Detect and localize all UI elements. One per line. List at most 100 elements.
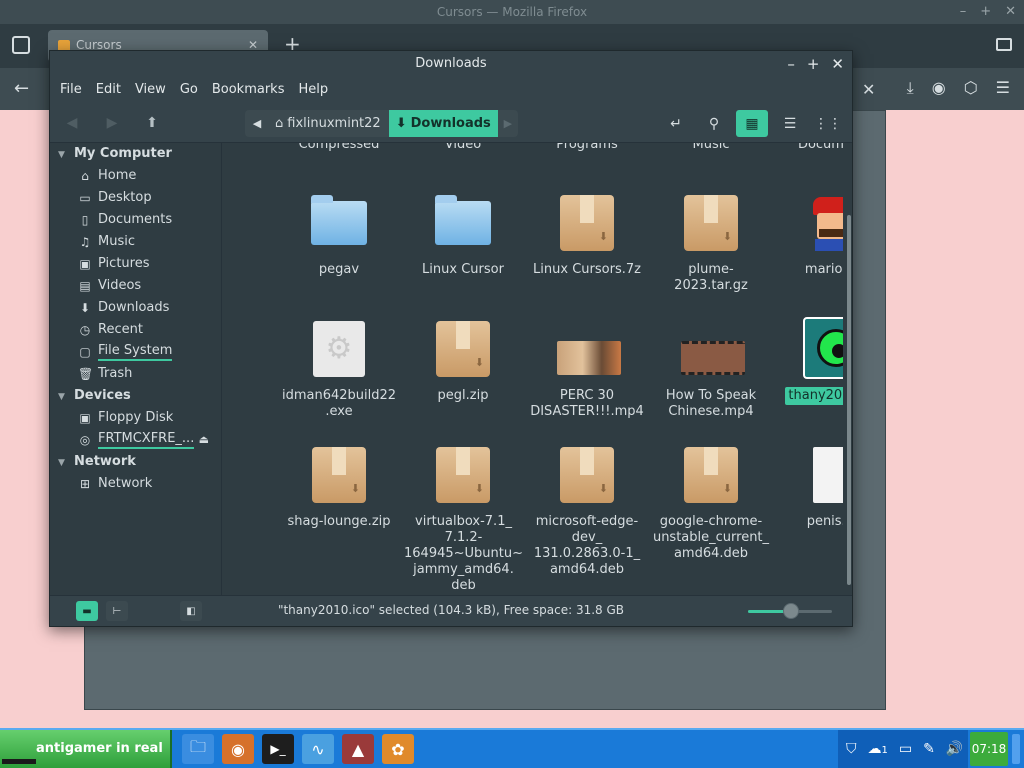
firefox-taskbar-icon[interactable]: ◉: [222, 734, 254, 764]
terminal-taskbar-icon[interactable]: ▶_: [262, 734, 294, 764]
sidebar-item-recent[interactable]: ◷ Recent: [50, 319, 221, 341]
file-name: microsoft-edge- dev_ 131.0.2863.0-1_ amd…: [533, 514, 641, 577]
back-icon[interactable]: ◀: [58, 110, 86, 136]
sidebar-item-label: Network: [98, 476, 153, 491]
breadcrumb-home[interactable]: ⌂ fixlinuxmint22: [269, 116, 389, 131]
file-grid-scrollbar[interactable]: [846, 143, 852, 595]
location-toggle-icon[interactable]: ↵: [660, 110, 692, 137]
file-name: shag-lounge.zip: [287, 514, 391, 529]
file-item[interactable]: plume-2023.tar.gz: [649, 193, 773, 295]
downloads-icon[interactable]: ⤓: [907, 78, 914, 98]
file-item[interactable]: shag-lounge.zip: [277, 445, 401, 531]
account-icon[interactable]: ◉: [932, 78, 946, 98]
file-item[interactable]: pegl.zip: [401, 319, 525, 405]
sidebar-item-videos[interactable]: ▤ Videos: [50, 275, 221, 297]
eject-icon[interactable]: ⏏: [199, 429, 209, 451]
extensions-icon[interactable]: ⬡: [964, 78, 978, 98]
sidebar-section-my-computer[interactable]: ▼ My Computer: [50, 143, 221, 165]
sidebar-item-downloads[interactable]: ⬇ Downloads: [50, 297, 221, 319]
app-taskbar-icon[interactable]: ▲: [342, 734, 374, 764]
archive-icon: [557, 193, 617, 253]
sidebar-item-pictures[interactable]: ▣ Pictures: [50, 253, 221, 275]
sidebar-item-floppy[interactable]: ▣ Floppy Disk: [50, 407, 221, 429]
sidebar-item-desktop[interactable]: ▭ Desktop: [50, 187, 221, 209]
menu-go[interactable]: Go: [180, 77, 198, 103]
file-item[interactable]: pegav: [277, 193, 401, 279]
network-icon[interactable]: ✎: [923, 741, 935, 757]
scrollbar-thumb[interactable]: [847, 215, 851, 585]
file-name: How To Speak Chinese.mp4: [665, 388, 757, 419]
home-icon: ⌂: [81, 169, 89, 183]
sidebar-item-filesystem[interactable]: ▢ File System: [50, 341, 221, 363]
compact-view-icon[interactable]: ⋮⋮: [812, 110, 844, 137]
video-thumbnail-icon: [681, 319, 745, 379]
list-all-tabs-icon[interactable]: [12, 36, 30, 54]
system-monitor-taskbar-icon[interactable]: ∿: [302, 734, 334, 764]
sidebar-item-documents[interactable]: ▯ Documents: [50, 209, 221, 231]
file-label-cut[interactable]: Video: [401, 143, 525, 152]
clock[interactable]: 07:18: [970, 732, 1008, 766]
sidebar-item-music[interactable]: ♫ Music: [50, 231, 221, 253]
network-icon: ⊞: [79, 477, 91, 491]
file-item[interactable]: microsoft-edge- dev_ 131.0.2863.0-1_ amd…: [525, 445, 649, 579]
menu-file[interactable]: File: [60, 77, 82, 103]
file-item[interactable]: virtualbox-7.1_ 7.1.2- 164945~Ubuntu~ ja…: [401, 445, 525, 595]
file-item[interactable]: PERC 30 DISASTER!!!.mp4: [525, 319, 649, 421]
shield-icon[interactable]: ⛉: [846, 741, 857, 757]
file-item[interactable]: mario.ico: [773, 193, 843, 279]
update-icon[interactable]: ☁1: [868, 741, 888, 757]
list-view-icon[interactable]: ☰: [774, 110, 806, 137]
sidebar-item-trash[interactable]: 🗑 Trash: [50, 363, 221, 385]
icon-view-icon[interactable]: ▦: [736, 110, 768, 137]
archive-icon: [681, 445, 741, 505]
file-item[interactable]: google-chrome- unstable_current_ amd64.d…: [649, 445, 773, 563]
show-desktop-button[interactable]: [1012, 734, 1020, 764]
file-label-cut[interactable]: Programs: [525, 143, 649, 152]
up-icon[interactable]: ⬆: [138, 110, 166, 136]
sidebar-item-disc[interactable]: ◎ FRTMCXFRE_... ⏏: [50, 429, 221, 451]
sidebar-section-devices[interactable]: ▼ Devices: [50, 385, 221, 407]
dialog-close-icon[interactable]: ✕: [862, 80, 875, 99]
start-button[interactable]: antigamer in real life: [0, 730, 172, 768]
taskbar: antigamer in real life 🗀 ◉ ▶_ ∿ ▲ ✿ ⛉ ☁1…: [0, 728, 1024, 768]
breadcrumb-left-arrow-icon[interactable]: ◀: [245, 117, 269, 130]
menu-view[interactable]: View: [135, 77, 166, 103]
file-item[interactable]: Linux Cursors.7z: [525, 193, 649, 279]
sidebar-item-home[interactable]: ⌂ Home: [50, 165, 221, 187]
file-label-cut[interactable]: Compressed: [277, 143, 401, 152]
file-item-selected[interactable]: thany2010.ico: [773, 317, 843, 405]
breadcrumb-right-arrow-icon[interactable]: ▶: [498, 117, 518, 130]
file-item[interactable]: How To Speak Chinese.mp4: [649, 319, 773, 421]
zoom-slider-handle[interactable]: [783, 603, 799, 619]
menu-help[interactable]: Help: [298, 77, 328, 103]
search-icon[interactable]: ⚲: [698, 110, 730, 137]
close-icon[interactable]: ✕: [831, 51, 844, 77]
menu-bookmarks[interactable]: Bookmarks: [212, 77, 285, 103]
statusbar: ▬ ⊢ ◧ "thany2010.ico" selected (104.3 kB…: [50, 595, 852, 626]
file-label-cut[interactable]: Music: [649, 143, 773, 152]
display-icon[interactable]: ▭: [899, 741, 912, 757]
back-button[interactable]: ←: [14, 78, 29, 99]
minimize-icon[interactable]: –: [960, 0, 967, 24]
sidebar-item-network[interactable]: ⊞ Network: [50, 473, 221, 495]
close-icon[interactable]: ✕: [1005, 0, 1016, 24]
menu-edit[interactable]: Edit: [96, 77, 121, 103]
forward-icon[interactable]: ▶: [98, 110, 126, 136]
minimize-icon[interactable]: –: [787, 51, 795, 77]
file-item[interactable]: penis.crt: [773, 445, 843, 531]
archive-icon: [681, 193, 741, 253]
firefox-view-icon[interactable]: [996, 38, 1012, 51]
sidebar-section-network[interactable]: ▼ Network: [50, 451, 221, 473]
file-item[interactable]: ⚙ idman642build22 .exe: [277, 319, 401, 421]
file-label-cut[interactable]: Documents: [773, 143, 843, 152]
breadcrumb-current[interactable]: ⬇ Downloads: [388, 110, 498, 137]
volume-icon[interactable]: 🔊: [946, 741, 963, 757]
maximize-icon[interactable]: +: [807, 51, 820, 77]
app-taskbar-icon[interactable]: ✿: [382, 734, 414, 764]
music-icon: ♫: [79, 235, 91, 249]
menu-icon[interactable]: ☰: [996, 78, 1010, 98]
sidebar-item-label: Trash: [98, 366, 133, 381]
file-item[interactable]: Linux Cursor: [401, 193, 525, 279]
files-taskbar-icon[interactable]: 🗀: [182, 734, 214, 764]
maximize-icon[interactable]: +: [980, 0, 991, 24]
